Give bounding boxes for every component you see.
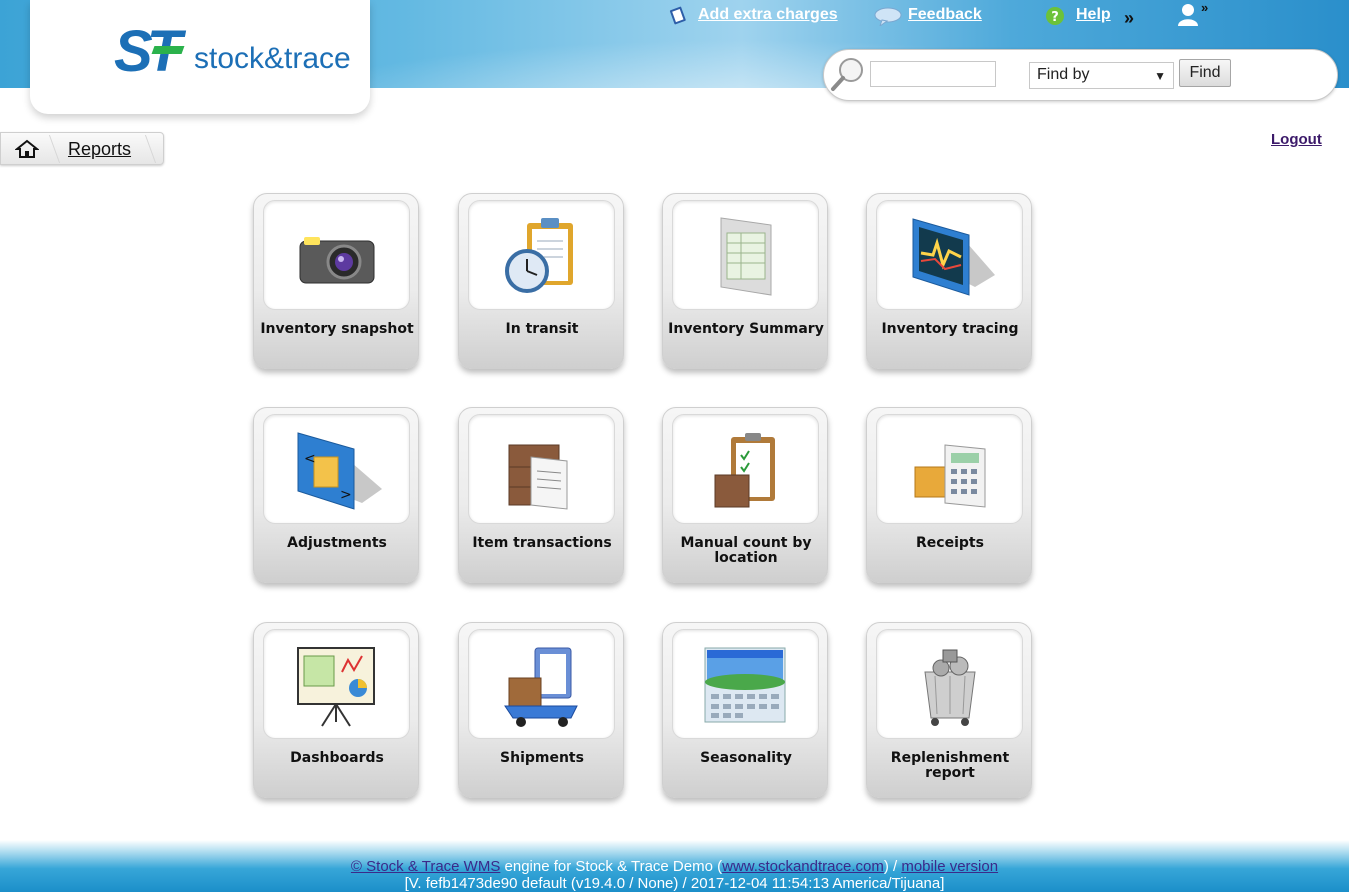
clipboard-clock-icon <box>505 218 573 293</box>
find-button[interactable]: Find <box>1179 59 1231 87</box>
svg-text:?: ? <box>1051 10 1059 25</box>
dropdown-arrow-icon: ▼ <box>1154 69 1166 83</box>
stock-bin-icon <box>924 649 976 726</box>
spreadsheet-icon <box>720 217 772 296</box>
footer-separator-text: ) / <box>883 858 902 875</box>
tile-icon-frame <box>876 414 1023 524</box>
tile-seasonality[interactable]: Seasonality <box>662 622 828 798</box>
footer-credits: © Stock & Trace WMS engine for Stock & T… <box>0 858 1349 875</box>
tile-label: Adjustments <box>287 535 387 551</box>
tile-icon-frame <box>672 414 819 524</box>
tile-icon-frame: < > <box>263 414 410 524</box>
logo-accent <box>151 46 185 54</box>
search-input[interactable] <box>870 61 996 87</box>
tile-inventory-summary[interactable]: Inventory Summary <box>662 193 828 369</box>
tile-label: In transit <box>505 321 579 337</box>
book-icon <box>669 6 686 25</box>
copyright-link[interactable]: © Stock & Trace WMS <box>351 858 500 875</box>
tile-label: Manual count by location <box>680 535 812 566</box>
tile-manual-count-by-location[interactable]: Manual count by location <box>662 407 828 583</box>
tile-inventory-tracing[interactable]: Inventory tracing <box>866 193 1032 369</box>
presentation-board-icon <box>297 647 375 727</box>
breadcrumb-separator <box>35 135 61 163</box>
box-calculator-icon <box>914 444 986 508</box>
breadcrumb-separator <box>131 135 157 163</box>
find-by-value: Find by <box>1037 66 1090 83</box>
tile-dashboards[interactable]: Dashboards <box>253 622 419 798</box>
breadcrumb: Reports <box>0 132 164 165</box>
user-icon[interactable] <box>1176 2 1202 28</box>
clipboard-boxes-icon <box>714 433 775 508</box>
folder-arrows-icon: < > <box>297 432 382 510</box>
tile-icon-frame <box>263 200 410 310</box>
boxes-invoice-icon <box>508 444 568 510</box>
tile-label: Dashboards <box>290 750 384 766</box>
tile-label: Replenishment report <box>890 750 1010 781</box>
calendar-landscape-icon <box>704 647 786 723</box>
find-by-select[interactable]: Find by ▼ <box>1029 62 1174 89</box>
tile-icon-frame <box>468 414 615 524</box>
svg-text:>: > <box>340 487 352 503</box>
tile-adjustments[interactable]: < > Adjustments <box>253 407 419 583</box>
tile-shipments[interactable]: Shipments <box>458 622 624 798</box>
tile-label: Inventory tracing <box>881 321 1019 337</box>
website-link[interactable]: www.stockandtrace.com <box>722 858 884 875</box>
logo-text: stock&trace <box>194 42 351 75</box>
mobile-version-link[interactable]: mobile version <box>901 858 998 875</box>
help-link[interactable]: Help <box>1076 6 1111 24</box>
speech-bubble-icon <box>874 7 902 26</box>
home-icon[interactable] <box>15 139 39 159</box>
add-extra-charges-link[interactable]: Add extra charges <box>698 6 838 24</box>
tile-replenishment-report[interactable]: Replenishment report <box>866 622 1032 798</box>
logout-link[interactable]: Logout <box>1271 131 1322 148</box>
tile-icon-frame <box>672 629 819 739</box>
tile-icon-frame <box>876 629 1023 739</box>
tile-receipts[interactable]: Receipts <box>866 407 1032 583</box>
help-icon: ? <box>1046 7 1064 25</box>
tile-label: Shipments <box>500 750 584 766</box>
help-more-icon[interactable]: » <box>1124 8 1134 29</box>
breadcrumb-reports[interactable]: Reports <box>68 139 131 160</box>
tile-in-transit[interactable]: In transit <box>458 193 624 369</box>
tile-icon-frame <box>672 200 819 310</box>
tile-icon-frame <box>876 200 1023 310</box>
monitor-chart-icon <box>912 218 995 296</box>
tile-label: Inventory snapshot <box>260 321 414 337</box>
tile-label: Item transactions <box>472 535 612 551</box>
tile-icon-frame <box>263 629 410 739</box>
tile-icon-frame <box>468 629 615 739</box>
tile-label: Receipts <box>916 535 984 551</box>
tile-label: Inventory Summary <box>668 321 824 337</box>
tile-inventory-snapshot[interactable]: Inventory snapshot <box>253 193 419 369</box>
feedback-link[interactable]: Feedback <box>908 6 982 24</box>
svg-text:<: < <box>304 451 316 467</box>
tile-label: Seasonality <box>700 750 792 766</box>
user-menu-icon[interactable]: » <box>1201 0 1208 15</box>
magnifier-icon <box>831 58 863 91</box>
footer-engine-text: engine for Stock & Trace Demo ( <box>500 858 723 875</box>
camera-icon <box>299 237 375 284</box>
top-links: Add extra charges Feedback ? Help » » <box>0 0 1349 29</box>
tile-icon-frame <box>468 200 615 310</box>
delivery-cart-icon <box>504 647 578 727</box>
tile-item-transactions[interactable]: Item transactions <box>458 407 624 583</box>
footer-version: [V. fefb1473de90 default (v19.4.0 / None… <box>404 875 945 892</box>
